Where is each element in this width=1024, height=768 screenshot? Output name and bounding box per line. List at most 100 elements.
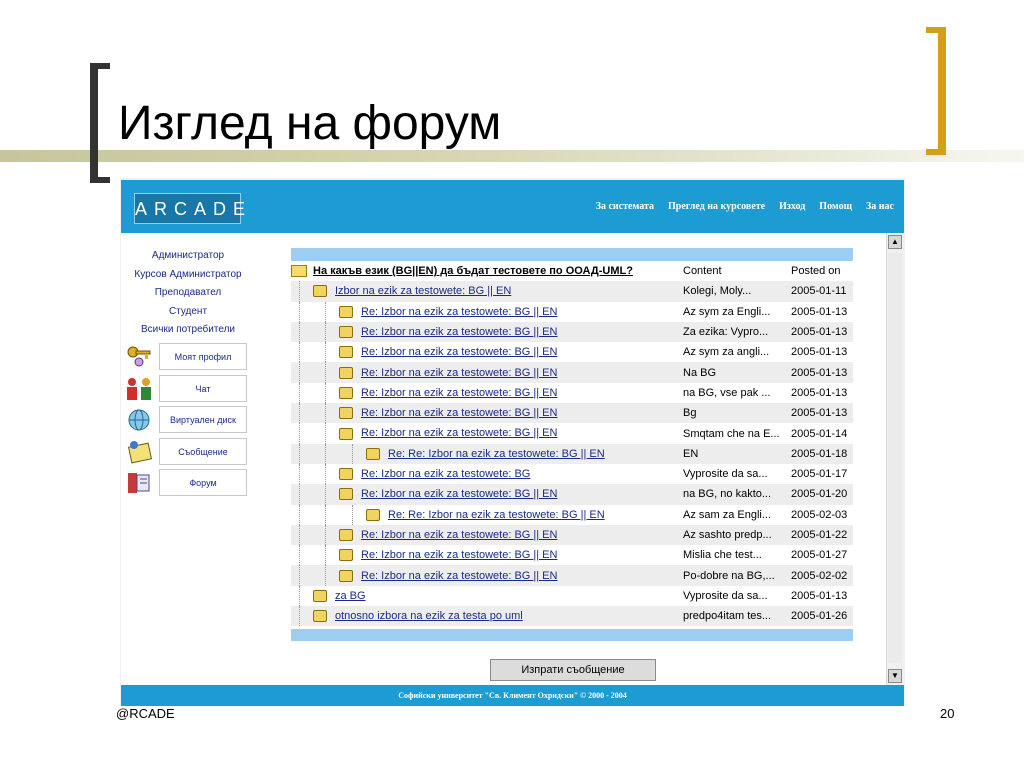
- message-date: 2005-01-13: [791, 403, 853, 424]
- thread-tree-line: [325, 301, 326, 322]
- message-topic-link[interactable]: otnosno izbora na ezik za testa po uml: [335, 610, 523, 622]
- forum-message-row[interactable]: Re: Izbor na ezik za testowete: BG || EN…: [291, 382, 853, 404]
- top-navigation: За системата Преглед на курсовете Изход …: [596, 201, 894, 212]
- message-topic-link[interactable]: Re: Izbor na ezik za testowete: BG || EN: [361, 306, 557, 318]
- thread-tree-line: [299, 301, 300, 322]
- message-topic-link[interactable]: za BG: [335, 590, 366, 602]
- message-preview: Po-dobre na BG,...: [683, 565, 791, 586]
- forum-message-row[interactable]: Izbor na ezik za testowete: BG || EN Kole…: [291, 281, 853, 302]
- role-course-administrator[interactable]: Курсов Администратор: [121, 266, 255, 285]
- message-icon: [339, 427, 353, 440]
- forum-message-row[interactable]: Re: Izbor na ezik za testowete: BG || EN…: [291, 301, 853, 322]
- message-topic-link[interactable]: Re: Izbor na ezik za testowete: BG || EN: [361, 570, 557, 582]
- message-preview: EN: [683, 443, 791, 464]
- arcade-logo[interactable]: ARCADE: [134, 193, 245, 224]
- message-topic-link[interactable]: Re: Izbor na ezik za testowete: BG || EN: [361, 488, 557, 500]
- slide-accent-line: [0, 150, 1024, 162]
- thread-tree-line: [299, 524, 300, 546]
- message-topic-link[interactable]: Re: Izbor na ezik za testowete: BG || EN: [361, 346, 557, 358]
- thread-tree-line: [299, 342, 300, 363]
- send-message-button[interactable]: Изпрати съобщение: [490, 659, 656, 681]
- forum-message-row[interactable]: Re: Izbor na ezik za testowete: BG Vypros…: [291, 463, 853, 485]
- nav-help[interactable]: Помощ: [819, 201, 852, 212]
- role-all-users[interactable]: Всички потребители: [121, 321, 255, 340]
- message-topic-link[interactable]: Re: Re: Izbor na ezik za testowete: BG |…: [388, 448, 605, 460]
- message-preview: na BG, no kakto...: [683, 484, 791, 505]
- message-preview: Az sam za Engli...: [683, 508, 772, 521]
- message-icon: [339, 529, 353, 542]
- message-topic-cell: za BG: [291, 585, 683, 607]
- vertical-scrollbar[interactable]: ▲ ▼: [886, 233, 903, 685]
- role-teacher[interactable]: Преподавател: [121, 284, 255, 303]
- forum-message-row[interactable]: Re: Izbor na ezik za testowete: BG || EN…: [291, 484, 853, 505]
- message-icon: [339, 569, 353, 582]
- message-preview: na BG, vse pak ...: [683, 386, 771, 399]
- message-date: 2005-01-11: [791, 281, 853, 302]
- message-topic-link[interactable]: Re: Izbor na ezik za testowete: BG || EN: [361, 367, 557, 379]
- sidebar-item-chat[interactable]: Чат: [121, 373, 250, 405]
- message-topic-link[interactable]: Re: Izbor na ezik za testowete: BG || EN: [361, 387, 557, 399]
- forum-message-row[interactable]: Re: Izbor na ezik za testowete: BG || EN…: [291, 321, 853, 343]
- message-topic-link[interactable]: Izbor na ezik za testowete: BG || EN: [335, 285, 511, 297]
- message-preview: Vyprosite da sa...: [683, 468, 768, 481]
- forum-message-row[interactable]: otnosno izbora na ezik za testa po uml pr…: [291, 606, 853, 627]
- message-date: 2005-01-20: [791, 484, 853, 505]
- thread-tree-line: [352, 504, 353, 525]
- message-date: 2005-01-26: [791, 606, 853, 627]
- forum-screenshot: ARCADE За системата Преглед на курсовете…: [120, 178, 905, 706]
- message-topic-link[interactable]: Re: Re: Izbor na ezik za testowete: BG |…: [388, 509, 605, 521]
- forum-message-row[interactable]: Re: Izbor na ezik za testowete: BG || EN…: [291, 403, 853, 424]
- sidebar-item-message[interactable]: Съобщение: [121, 436, 250, 468]
- message-date: 2005-02-03: [791, 508, 848, 521]
- sidebar-item-my-profile[interactable]: Моят профил: [121, 341, 250, 373]
- role-administrator[interactable]: Администратор: [121, 247, 255, 266]
- message-topic-cell: Re: Izbor na ezik za testowete: BG || EN: [291, 342, 683, 363]
- message-date: 2005-02-02: [791, 565, 853, 586]
- message-topic-link[interactable]: Re: Izbor na ezik za testowete: BG || EN: [361, 326, 557, 338]
- message-topic-cell: Re: Izbor na ezik za testowete: BG || EN: [291, 301, 683, 322]
- nav-about-system[interactable]: За системата: [596, 201, 654, 212]
- forum-message-row[interactable]: Re: Izbor na ezik za testowete: BG || EN…: [291, 362, 853, 383]
- message-icon: [313, 610, 327, 623]
- message-icon: [339, 488, 353, 501]
- message-topic-link[interactable]: Re: Izbor na ezik za testowete: BG || EN: [361, 549, 557, 561]
- forum-message-row[interactable]: Re: Re: Izbor na ezik za testowete: BG |…: [291, 504, 853, 525]
- globe-disk-icon: [123, 406, 157, 434]
- sidebar: Администратор Курсов Администратор Препо…: [121, 233, 255, 685]
- role-student[interactable]: Студент: [121, 303, 255, 322]
- left-bracket-decoration: [90, 63, 110, 183]
- sidebar-item-forum[interactable]: Форум: [121, 467, 250, 499]
- forum-message-row[interactable]: Re: Izbor na ezik za testowete: BG || EN…: [291, 423, 853, 444]
- forum-message-row[interactable]: Re: Izbor na ezik za testowete: BG || EN…: [291, 565, 853, 586]
- message-icon: [339, 305, 353, 318]
- nav-course-overview[interactable]: Преглед на курсовете: [668, 201, 765, 212]
- message-date: 2005-01-13: [791, 346, 848, 359]
- thread-tree-line: [325, 321, 326, 343]
- message-topic-cell: Re: Izbor na ezik za testowete: BG || EN: [291, 321, 683, 343]
- forum-message-row[interactable]: Re: Izbor na ezik za testowete: BG || EN…: [291, 545, 853, 566]
- forum-message-row[interactable]: Re: Re: Izbor na ezik za testowete: BG |…: [291, 443, 853, 464]
- scroll-track[interactable]: [888, 253, 902, 663]
- forum-message-row[interactable]: Re: Izbor na ezik za testowete: BG || EN…: [291, 342, 853, 363]
- message-topic-cell: Re: Izbor na ezik za testowete: BG || EN: [291, 382, 683, 404]
- thread-tree-line: [352, 443, 353, 464]
- forum-message-row[interactable]: za BG Vyprosite da sa... 2005-01-13: [291, 585, 853, 607]
- message-topic-link[interactable]: Re: Izbor na ezik za testowete: BG || EN: [361, 529, 557, 541]
- scroll-down-button[interactable]: ▼: [888, 669, 902, 683]
- slide-footer-left: @RCADE: [116, 706, 175, 721]
- nav-logout[interactable]: Изход: [779, 201, 805, 212]
- thread-tree-line: [325, 545, 326, 566]
- message-topic-link[interactable]: Re: Izbor na ezik za testowete: BG || EN: [361, 407, 557, 419]
- scroll-up-button[interactable]: ▲: [888, 235, 902, 249]
- role-links: Администратор Курсов Администратор Препо…: [121, 233, 255, 340]
- forum-message-row[interactable]: Re: Izbor na ezik za testowete: BG || EN…: [291, 524, 853, 546]
- message-topic-cell: Re: Izbor na ezik za testowete: BG || EN: [291, 423, 683, 444]
- thread-title[interactable]: На какъв език (BG||EN) да бъдат тестовет…: [313, 265, 633, 277]
- sidebar-item-virtual-disk[interactable]: Виртуален диск: [121, 404, 250, 436]
- nav-about-us[interactable]: За нас: [866, 201, 894, 212]
- thread-tree-line: [325, 443, 326, 464]
- message-topic-link[interactable]: Re: Izbor na ezik za testowete: BG: [361, 468, 530, 480]
- message-date: 2005-01-27: [791, 549, 848, 562]
- message-topic-link[interactable]: Re: Izbor na ezik za testowete: BG || EN: [361, 427, 557, 439]
- forum-icon: [123, 469, 157, 497]
